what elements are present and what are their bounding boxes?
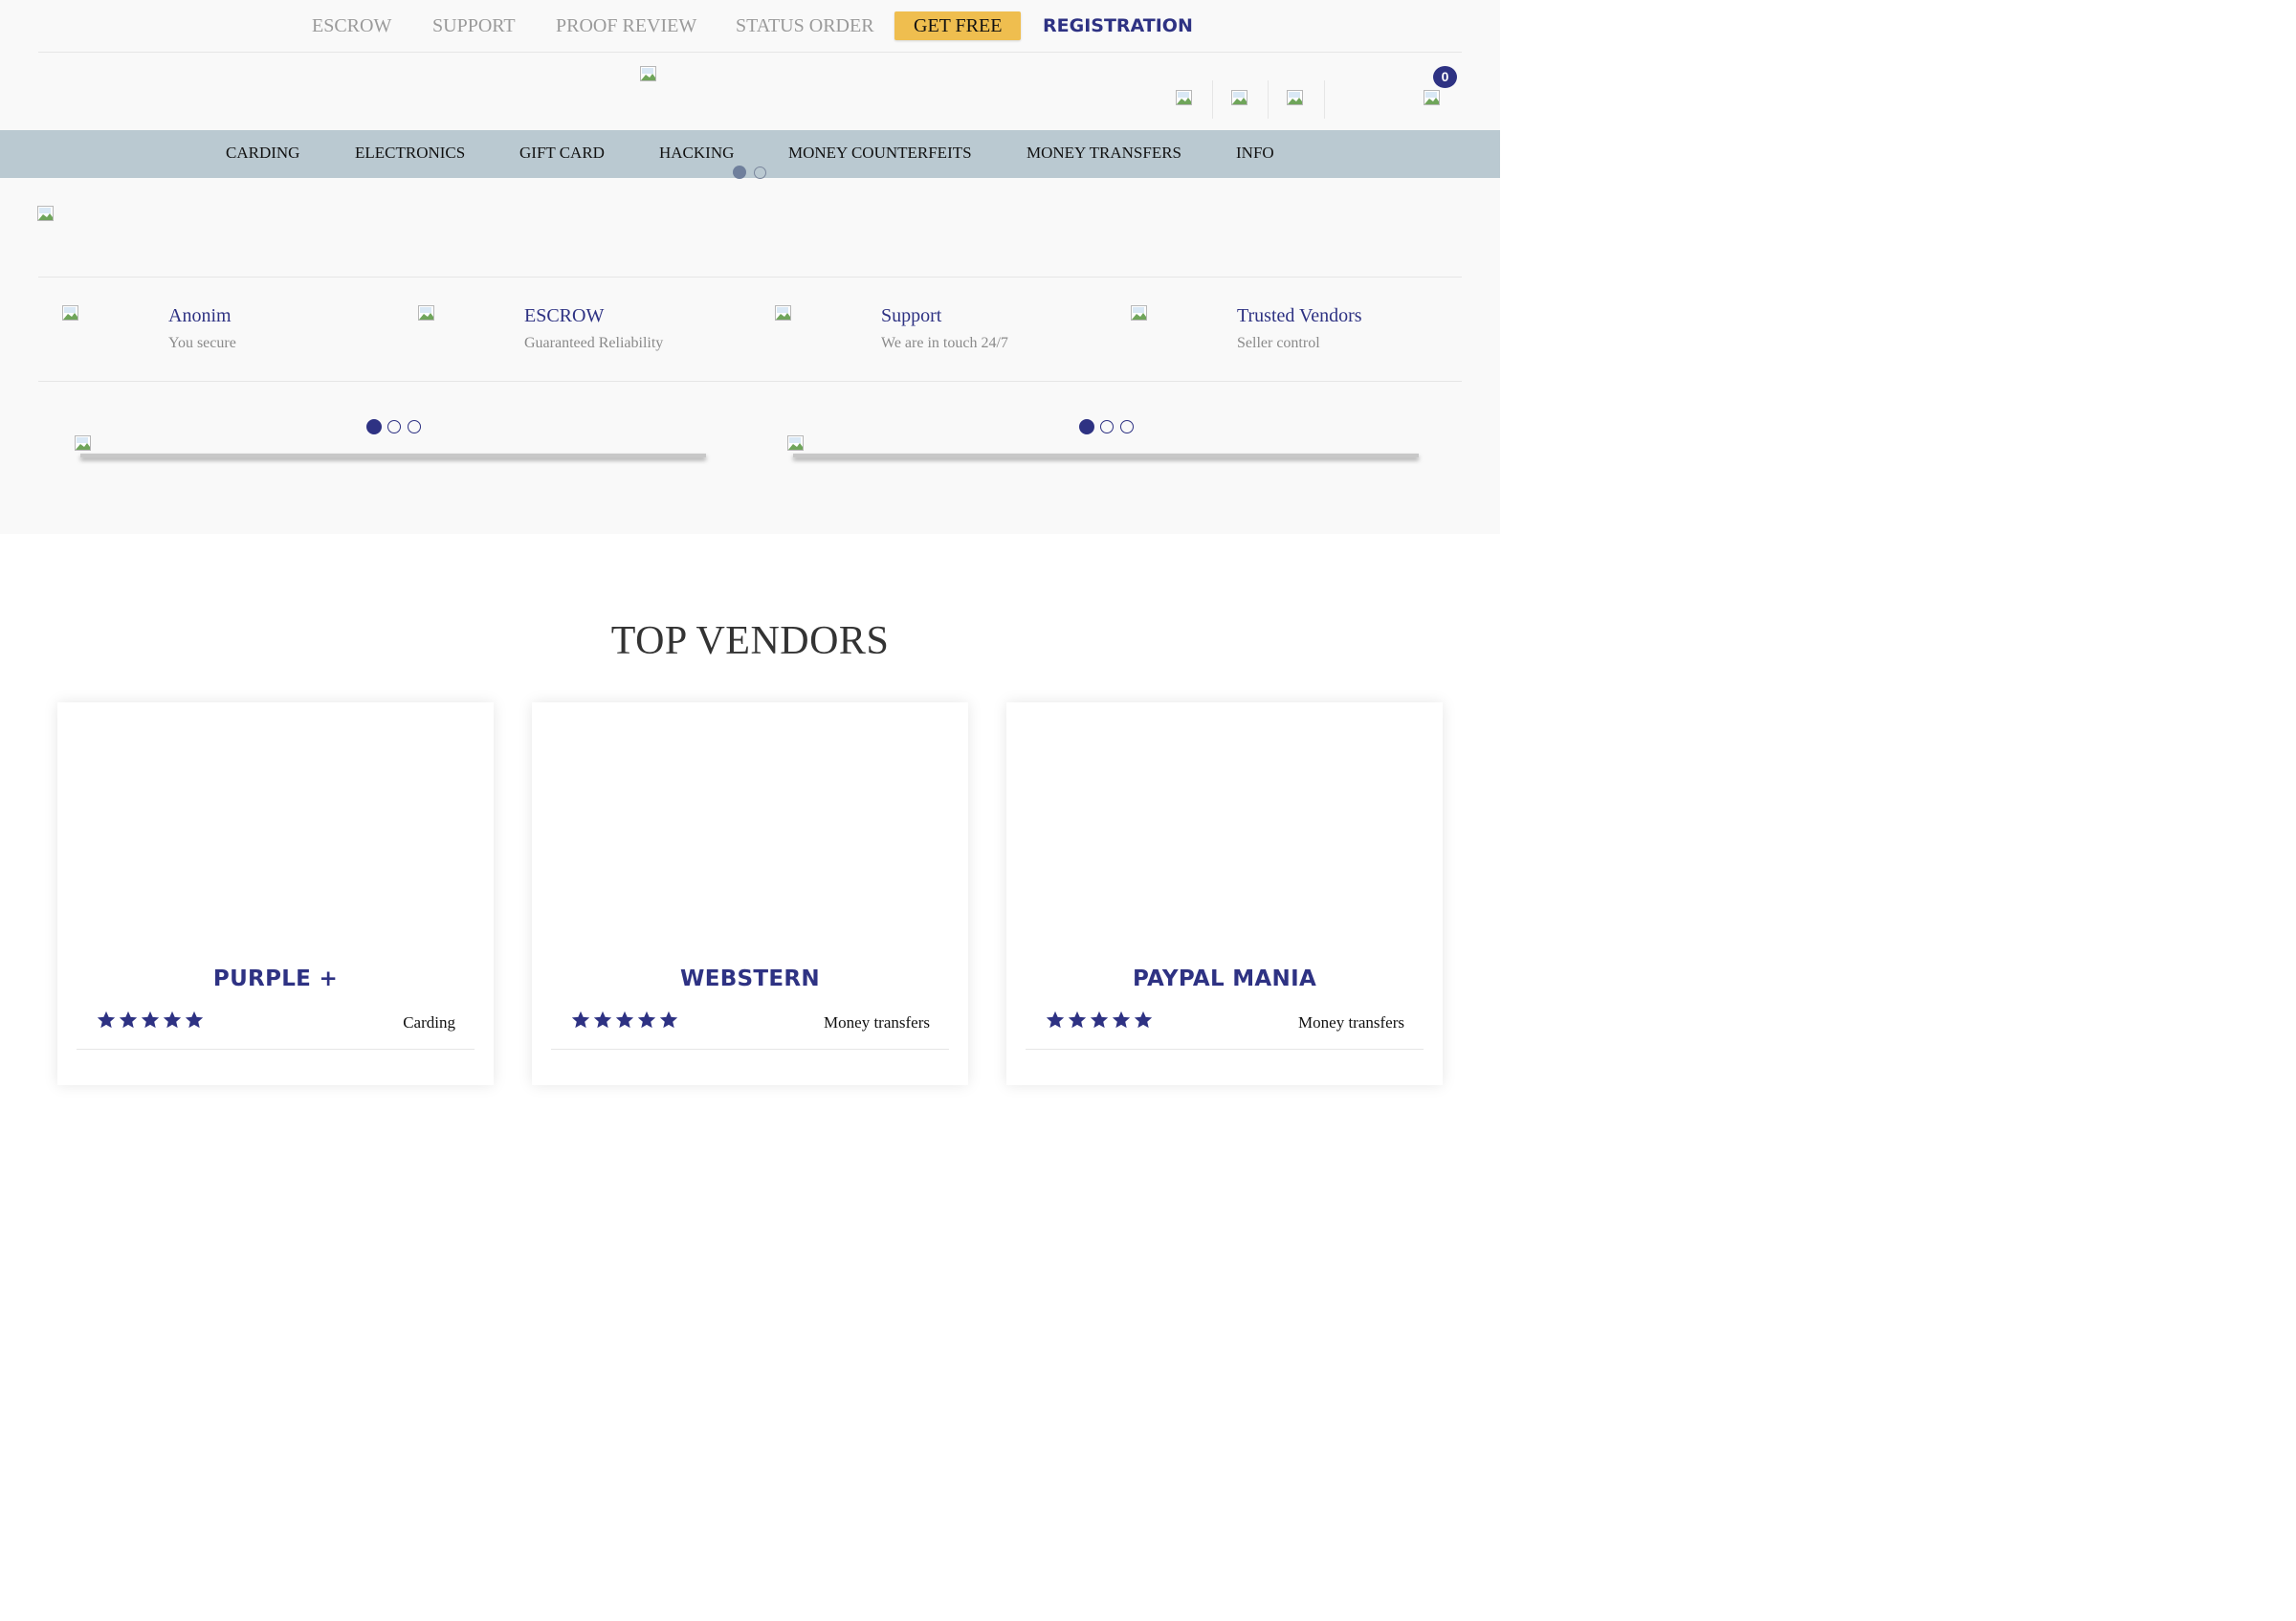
search-icon[interactable] <box>1231 90 1252 109</box>
slider-track <box>80 454 706 457</box>
star-icon <box>636 1010 657 1031</box>
star-icon <box>658 1010 679 1031</box>
vendor-category: Money transfers <box>824 1013 930 1032</box>
star-icon <box>1067 1010 1088 1031</box>
star-icon <box>118 1010 139 1031</box>
nav-item-money-counterfeits[interactable]: MONEY COUNTERFEITS <box>788 144 972 163</box>
star-icon <box>96 1010 117 1031</box>
slider-dot-active[interactable] <box>1079 419 1094 434</box>
divider <box>1212 80 1213 119</box>
star-icon <box>162 1010 183 1031</box>
vendor-category: Carding <box>403 1013 455 1032</box>
feature-title: ESCROW <box>524 305 605 326</box>
slider-dot[interactable] <box>387 420 401 433</box>
divider <box>1324 80 1325 119</box>
star-icon <box>184 1010 205 1031</box>
banner-dot[interactable] <box>754 167 766 179</box>
wishlist-icon[interactable] <box>1287 90 1308 109</box>
nav-item-hacking[interactable]: HACKING <box>659 144 734 163</box>
vendor-card[interactable]: PURPLE + Carding <box>57 702 494 1085</box>
feature-title: Trusted Vendors <box>1237 305 1362 326</box>
nav-item-electronics[interactable]: ELECTRONICS <box>355 144 465 163</box>
feature-subtitle: Guaranteed Reliability <box>524 335 664 351</box>
feature-title: Anonim <box>168 305 232 326</box>
nav-item-carding[interactable]: CARDING <box>226 144 299 163</box>
top-nav-status-order[interactable]: STATUS ORDER <box>736 11 874 40</box>
vendor-name[interactable]: WEBSTERN <box>532 966 968 991</box>
feature-subtitle: You secure <box>168 335 236 351</box>
banner-dot-active[interactable] <box>733 166 746 179</box>
divider <box>1026 1049 1424 1050</box>
vendor-name[interactable]: PAYPAL MANIA <box>1006 966 1443 991</box>
slider-image[interactable] <box>787 435 808 455</box>
top-bar: ESCROW SUPPORT PROOF REVIEW STATUS ORDER… <box>0 0 1500 53</box>
vendor-rating <box>1045 1010 1155 1033</box>
cart-icon[interactable] <box>1424 90 1445 109</box>
slider-dot-active[interactable] <box>366 419 382 434</box>
star-icon <box>1089 1010 1110 1031</box>
divider <box>551 1049 949 1050</box>
divider <box>38 381 1462 382</box>
divider <box>1268 80 1269 119</box>
feature-subtitle: Seller control <box>1237 335 1320 351</box>
feature-title: Support <box>881 305 942 326</box>
vendor-rating <box>96 1010 206 1033</box>
nav-item-gift-card[interactable]: GIFT CARD <box>519 144 605 163</box>
anonim-icon <box>62 305 83 324</box>
star-icon <box>1111 1010 1132 1031</box>
slider-image[interactable] <box>75 435 96 455</box>
slider-track <box>793 454 1419 457</box>
section-title: TOP VENDORS <box>610 619 890 663</box>
divider <box>38 277 1462 278</box>
feature-subtitle: We are in touch 24/7 <box>881 335 1008 351</box>
star-icon <box>1133 1010 1154 1031</box>
vendor-card[interactable]: WEBSTERN Money transfers <box>532 702 968 1085</box>
slider-dot[interactable] <box>408 420 421 433</box>
user-icon[interactable] <box>1176 90 1197 109</box>
top-nav-escrow[interactable]: ESCROW <box>312 11 391 40</box>
support-icon <box>775 305 796 324</box>
vendor-card[interactable]: PAYPAL MANIA Money transfers <box>1006 702 1443 1085</box>
star-icon <box>140 1010 161 1031</box>
trusted-vendors-icon <box>1131 305 1152 324</box>
star-icon <box>1045 1010 1066 1031</box>
main-nav: CARDING ELECTRONICS GIFT CARD HACKING MO… <box>0 130 1500 178</box>
get-free-button[interactable]: GET FREE <box>894 11 1022 40</box>
registration-link[interactable]: REGISTRATION <box>1043 11 1193 40</box>
star-icon <box>570 1010 591 1031</box>
top-nav-proof-review[interactable]: PROOF REVIEW <box>556 11 696 40</box>
slider-dot[interactable] <box>1120 420 1134 433</box>
top-nav: ESCROW SUPPORT PROOF REVIEW STATUS ORDER… <box>0 11 1500 42</box>
site-logo[interactable] <box>640 66 661 85</box>
top-nav-support[interactable]: SUPPORT <box>432 11 516 40</box>
escrow-icon <box>418 305 439 324</box>
star-icon <box>614 1010 635 1031</box>
vendor-rating <box>570 1010 680 1033</box>
vendor-category: Money transfers <box>1298 1013 1404 1032</box>
vendor-name[interactable]: PURPLE + <box>57 966 494 991</box>
site-header <box>0 53 1500 130</box>
slider-dot[interactable] <box>1100 420 1114 433</box>
nav-item-info[interactable]: INFO <box>1236 144 1274 163</box>
promo-area <box>0 178 1500 534</box>
cart-count-badge[interactable]: 0 <box>1433 66 1457 88</box>
nav-item-money-transfers[interactable]: MONEY TRANSFERS <box>1027 144 1181 163</box>
star-icon <box>592 1010 613 1031</box>
divider <box>77 1049 475 1050</box>
banner-image[interactable] <box>37 206 58 225</box>
